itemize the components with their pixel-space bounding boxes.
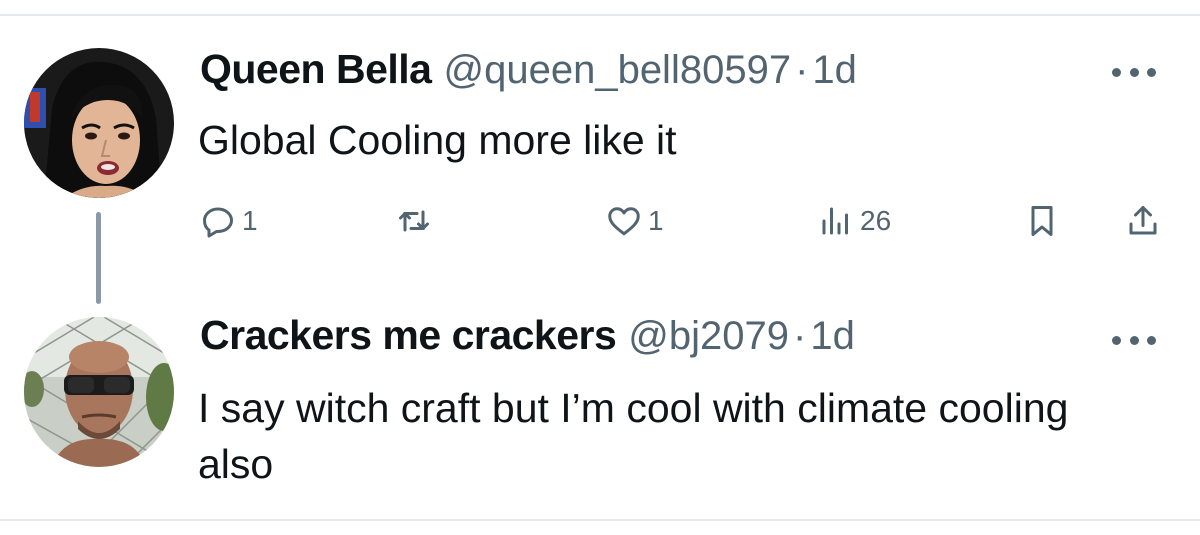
thread-connector-line xyxy=(96,212,101,304)
avatar[interactable] xyxy=(24,317,174,467)
display-name[interactable]: Crackers me crackers xyxy=(200,312,617,359)
separator-dot: · xyxy=(795,48,809,92)
bottom-divider xyxy=(0,519,1200,521)
like-button[interactable]: 1 xyxy=(606,196,664,246)
tweet-text: Global Cooling more like it xyxy=(198,117,677,163)
more-options-icon[interactable] xyxy=(1112,62,1156,82)
views-button[interactable]: 26 xyxy=(818,196,891,246)
reply-button[interactable]: 1 xyxy=(200,196,258,246)
reply-icon xyxy=(203,207,233,238)
views-count: 26 xyxy=(860,205,892,236)
reply-count: 1 xyxy=(242,205,258,236)
retweet-icon xyxy=(399,210,429,232)
woman-portrait-avatar-icon xyxy=(24,48,174,198)
tweet-actions: 1 1 26 xyxy=(200,196,1180,246)
timestamp[interactable]: 1d xyxy=(812,48,857,93)
like-count: 1 xyxy=(648,205,664,236)
man-sunglasses-avatar-icon xyxy=(24,317,174,467)
top-divider xyxy=(0,14,1200,16)
tweet-header: Queen Bella @queen_bell80597 · 1d xyxy=(200,46,857,96)
avatar[interactable] xyxy=(24,48,174,198)
share-button[interactable] xyxy=(1125,196,1161,246)
display-name[interactable]: Queen Bella xyxy=(200,46,432,93)
more-options-icon[interactable] xyxy=(1112,330,1156,350)
user-handle[interactable]: @queen_bell80597 xyxy=(443,48,791,93)
separator-dot: · xyxy=(793,314,807,358)
tweet-header: Crackers me crackers @bj2079 · 1d xyxy=(200,312,855,362)
bookmark-icon xyxy=(1031,206,1053,236)
bookmark-button[interactable] xyxy=(1024,196,1060,246)
timestamp[interactable]: 1d xyxy=(810,314,855,359)
user-handle[interactable]: @bj2079 xyxy=(628,314,789,359)
tweet-text: I say witch craft but I’m cool with clim… xyxy=(198,385,1069,487)
heart-icon xyxy=(608,207,640,236)
retweet-button[interactable] xyxy=(396,196,438,246)
share-icon xyxy=(1129,206,1157,235)
views-chart-icon xyxy=(822,207,848,235)
